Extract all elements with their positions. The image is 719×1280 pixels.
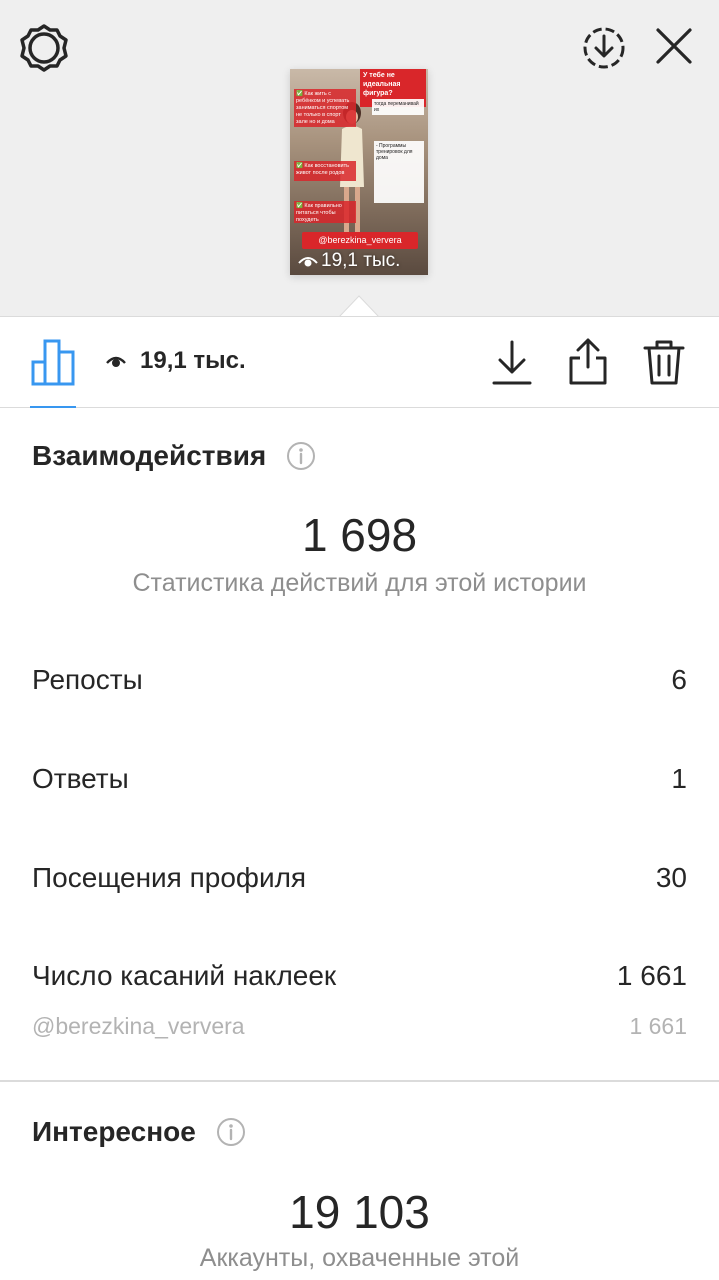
stat-row-sticker-mention: @berezkina_ververa 1 661 bbox=[32, 1013, 687, 1040]
story-view-count: 19,1 тыс. bbox=[298, 249, 400, 273]
share-icon[interactable] bbox=[564, 337, 612, 387]
stat-label: Число касаний наклеек bbox=[32, 960, 337, 991]
bar-chart-icon[interactable] bbox=[30, 338, 78, 386]
active-tab-indicator bbox=[30, 406, 76, 408]
story-question: ✅ Как восстановить живот после родов bbox=[294, 161, 356, 181]
story-mention-tag: @berezkina_ververa bbox=[302, 232, 418, 249]
close-icon[interactable] bbox=[648, 20, 700, 72]
stat-row-profile-visits: Посещения профиля 30 bbox=[32, 862, 687, 894]
eye-icon bbox=[106, 356, 126, 367]
section-divider bbox=[0, 1080, 719, 1082]
stat-value: 1 661 bbox=[616, 960, 687, 991]
stat-row-reposts: Репосты 6 bbox=[32, 664, 687, 696]
trash-icon[interactable] bbox=[640, 337, 688, 387]
stat-value: 30 bbox=[655, 862, 687, 893]
eye-icon bbox=[298, 257, 318, 267]
story-question: ✅ Как жить с ребёнком и успевать занимат… bbox=[294, 89, 356, 127]
discovery-caption: Аккаунты, охваченные этой bbox=[199, 1244, 520, 1272]
info-icon[interactable] bbox=[286, 441, 316, 471]
discovery-section-title: Интересное bbox=[32, 1116, 246, 1148]
stat-value: 1 bbox=[671, 763, 687, 794]
story-note: тогда переманивай их bbox=[372, 99, 424, 115]
selection-pointer bbox=[339, 295, 379, 317]
story-view-count-text: 19,1 тыс. bbox=[321, 250, 401, 271]
stat-label: Репосты bbox=[32, 664, 143, 695]
story-toolbar: 19,1 тыс. bbox=[0, 316, 719, 408]
download-icon[interactable] bbox=[488, 337, 536, 387]
discovery-title: Интересное bbox=[32, 1116, 196, 1147]
stat-label: Посещения профиля bbox=[32, 862, 307, 893]
stat-value: 6 bbox=[671, 664, 687, 695]
viewers-count: 19,1 тыс. bbox=[140, 347, 246, 374]
stat-label: Ответы bbox=[32, 763, 129, 794]
interactions-title: Взаимодействия bbox=[32, 440, 267, 471]
interactions-total: 1 698 bbox=[301, 509, 418, 561]
interactions-caption: Статистика действий для этой истории bbox=[132, 569, 587, 597]
stat-row-replies: Ответы 1 bbox=[32, 763, 687, 795]
stat-row-sticker-taps: Число касаний наклеек 1 661 bbox=[32, 960, 687, 992]
story-question: ✅ Как правильно питаться чтобы похудеть bbox=[294, 201, 356, 223]
stat-value: 1 661 bbox=[629, 1013, 687, 1039]
story-thumbnail[interactable]: У тебе не идеальная фигура? тогда перема… bbox=[290, 69, 428, 275]
interactions-section-title: Взаимодействия bbox=[32, 440, 316, 472]
story-note: - Программы тренировок для дома bbox=[374, 141, 424, 203]
download-circle-icon[interactable] bbox=[578, 22, 630, 74]
viewers-button[interactable]: 19,1 тыс. bbox=[106, 347, 246, 375]
stat-label: @berezkina_ververa bbox=[32, 1013, 245, 1039]
info-icon[interactable] bbox=[216, 1117, 246, 1147]
gear-icon[interactable] bbox=[18, 22, 70, 74]
story-preview-area: У тебе не идеальная фигура? тогда перема… bbox=[0, 0, 719, 317]
discovery-total: 19 103 bbox=[289, 1186, 430, 1238]
